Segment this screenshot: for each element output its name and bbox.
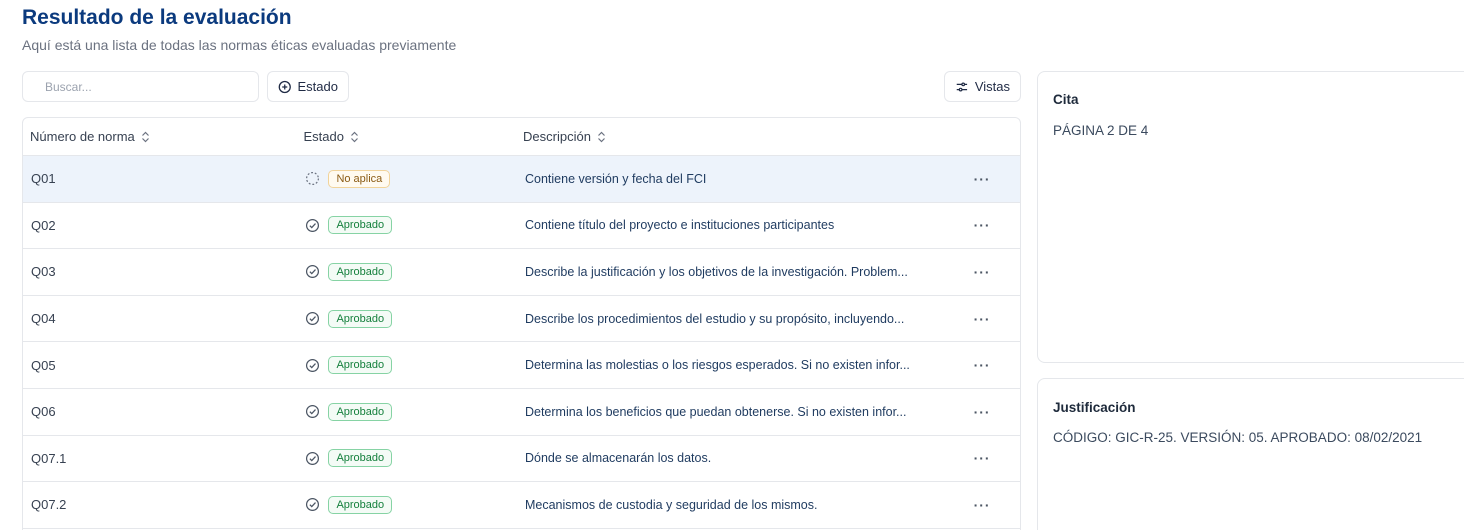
table-row[interactable]: Q01 No aplica Contiene versión y fecha d… bbox=[23, 156, 1020, 203]
table-row[interactable]: Q03 Aprobado Describe la justificación y… bbox=[23, 249, 1020, 296]
status-cell: Aprobado bbox=[303, 495, 523, 514]
table-row[interactable]: Q02 Aprobado Contiene título del proyect… bbox=[23, 203, 1020, 250]
norms-table: Número de norma Estado Descripción Q01 N… bbox=[22, 117, 1021, 530]
check-circle-icon bbox=[306, 358, 320, 372]
status-badge: Aprobado bbox=[328, 402, 393, 421]
vistas-label: Vistas bbox=[974, 79, 1010, 94]
status-badge: Aprobado bbox=[328, 356, 393, 375]
sort-icon bbox=[351, 131, 358, 142]
column-header-estado[interactable]: Estado bbox=[303, 129, 523, 144]
norm-description: Dónde se almacenarán los datos. bbox=[524, 451, 712, 466]
norm-number: Q07.1 bbox=[31, 450, 67, 466]
more-horizontal-icon[interactable]: ··· bbox=[944, 404, 1020, 420]
table-header: Número de norma Estado Descripción bbox=[23, 118, 1020, 156]
status-cell: Aprobado bbox=[303, 402, 523, 421]
cita-title: Cita bbox=[1053, 92, 1079, 107]
table-row[interactable]: Q05 Aprobado Determina las molestias o l… bbox=[23, 342, 1020, 389]
table-row[interactable]: Q07.2 Aprobado Mecanismos de custodia y … bbox=[23, 482, 1020, 529]
norm-description: Determina los beneficios que puedan obte… bbox=[524, 404, 907, 419]
page-title: Resultado de la evaluación bbox=[22, 6, 292, 29]
status-badge: Aprobado bbox=[328, 449, 393, 468]
dashed-circle-icon bbox=[306, 172, 320, 186]
status-badge: Aprobado bbox=[328, 216, 393, 235]
check-circle-icon bbox=[306, 498, 320, 512]
cita-panel: Cita PÁGINA 2 DE 4 bbox=[1037, 71, 1464, 363]
status-cell: Aprobado bbox=[303, 216, 523, 235]
status-cell: Aprobado bbox=[303, 262, 523, 281]
search-input[interactable] bbox=[22, 71, 259, 102]
column-header-numero[interactable]: Número de norma bbox=[23, 129, 303, 144]
table-row[interactable]: Q06 Aprobado Determina los beneficios qu… bbox=[23, 389, 1020, 436]
status-badge: Aprobado bbox=[328, 495, 393, 514]
cita-text[interactable]: PÁGINA 2 DE 4 bbox=[1053, 123, 1148, 138]
column-header-descripcion[interactable]: Descripción bbox=[523, 129, 944, 144]
more-horizontal-icon[interactable]: ··· bbox=[944, 450, 1020, 466]
more-horizontal-icon[interactable]: ··· bbox=[944, 497, 1020, 513]
plus-circle-icon bbox=[278, 80, 291, 93]
check-circle-icon bbox=[306, 312, 320, 326]
status-cell: Aprobado bbox=[303, 356, 523, 375]
justificacion-text[interactable]: CÓDIGO: GIC-R-25. VERSIÓN: 05. APROBADO:… bbox=[1053, 430, 1422, 445]
norm-number: Q07.2 bbox=[31, 497, 67, 513]
status-badge: Aprobado bbox=[328, 309, 393, 328]
sliders-icon bbox=[956, 82, 968, 91]
sort-icon bbox=[598, 131, 605, 142]
check-circle-icon bbox=[306, 218, 320, 232]
estado-filter-label: Estado bbox=[297, 79, 338, 94]
column-header-label: Número de norma bbox=[30, 129, 135, 144]
sort-icon bbox=[141, 131, 149, 142]
check-circle-icon bbox=[306, 451, 320, 465]
norm-number: Q03 bbox=[31, 264, 56, 280]
norm-description: Contiene título del proyecto e instituci… bbox=[524, 218, 835, 233]
table-row[interactable]: Q07.1 Aprobado Dónde se almacenarán los … bbox=[23, 436, 1020, 483]
column-header-label: Estado bbox=[303, 129, 344, 144]
norm-number: Q02 bbox=[31, 217, 56, 233]
more-horizontal-icon[interactable]: ··· bbox=[944, 311, 1020, 327]
justificacion-title: Justificación bbox=[1053, 400, 1136, 415]
check-circle-icon bbox=[306, 405, 320, 419]
norm-description: Mecanismos de custodia y seguridad de lo… bbox=[524, 497, 818, 512]
norm-description: Contiene versión y fecha del FCI bbox=[524, 171, 707, 186]
more-horizontal-icon[interactable]: ··· bbox=[944, 357, 1020, 373]
status-cell: Aprobado bbox=[303, 449, 523, 468]
more-horizontal-icon[interactable]: ··· bbox=[944, 264, 1020, 280]
column-header-label: Descripción bbox=[523, 129, 591, 144]
vistas-button[interactable]: Vistas bbox=[944, 71, 1021, 102]
norm-description: Describe los procedimientos del estudio … bbox=[524, 311, 905, 326]
norm-number: Q06 bbox=[31, 404, 56, 420]
status-badge: Aprobado bbox=[328, 262, 393, 281]
estado-filter-button[interactable]: Estado bbox=[267, 71, 349, 102]
more-horizontal-icon[interactable]: ··· bbox=[944, 171, 1020, 187]
table-row[interactable]: Q04 Aprobado Describe los procedimientos… bbox=[23, 296, 1020, 343]
justificacion-panel: Justificación CÓDIGO: GIC-R-25. VERSIÓN:… bbox=[1037, 378, 1464, 530]
norm-number: Q01 bbox=[31, 171, 56, 187]
status-cell: Aprobado bbox=[303, 309, 523, 328]
check-circle-icon bbox=[306, 265, 320, 279]
norm-description: Determina las molestias o los riesgos es… bbox=[524, 358, 910, 373]
norm-description: Describe la justificación y los objetivo… bbox=[524, 264, 908, 279]
more-horizontal-icon[interactable]: ··· bbox=[944, 217, 1020, 233]
page-subtitle: Aquí está una lista de todas las normas … bbox=[22, 37, 457, 53]
norm-number: Q05 bbox=[31, 357, 56, 373]
status-cell: No aplica bbox=[303, 169, 523, 188]
status-badge: No aplica bbox=[328, 169, 391, 188]
norm-number: Q04 bbox=[31, 311, 56, 327]
